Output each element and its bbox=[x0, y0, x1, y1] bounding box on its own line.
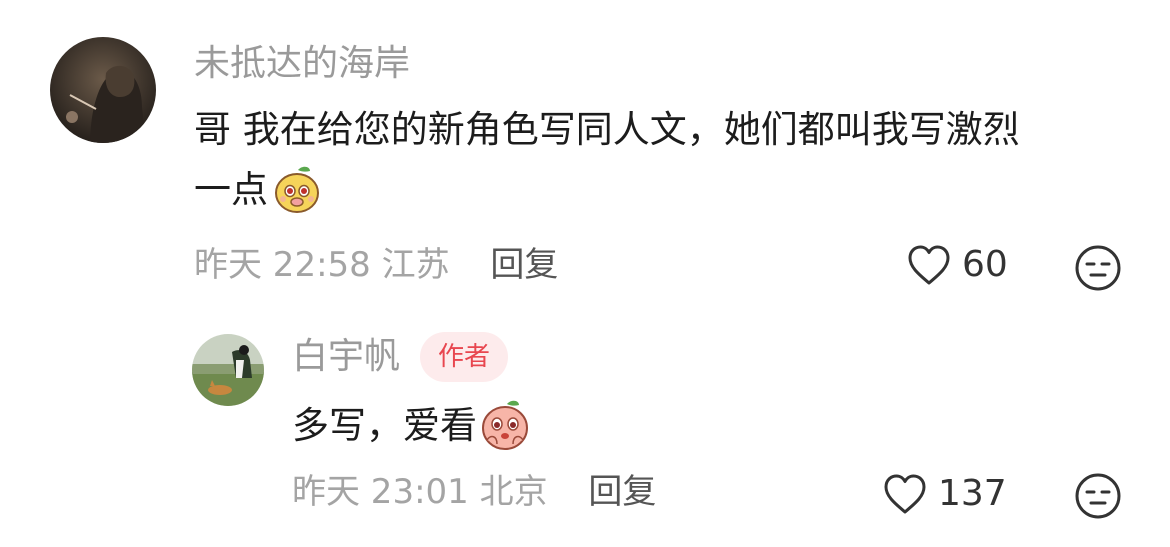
comment-meta: 昨天 23:01 北京 回复 bbox=[292, 470, 656, 514]
avatar[interactable] bbox=[192, 334, 264, 406]
comment-content-text: 一点 bbox=[194, 168, 268, 211]
comment-username[interactable]: 白宇帆 bbox=[292, 335, 400, 379]
like-count: 60 bbox=[962, 244, 1008, 285]
smiling-face-emoji-icon bbox=[272, 165, 322, 215]
comment-time: 昨天 23:01 bbox=[292, 472, 469, 512]
heart-outline-icon bbox=[906, 243, 952, 287]
reply-header: 白宇帆 作者 bbox=[292, 332, 509, 382]
comment-item: 未抵达的海岸 哥 我在给您的新角色写同人文，她们都叫我写激烈 一点 昨天 22:… bbox=[0, 0, 1170, 320]
heart-outline-icon bbox=[882, 472, 928, 516]
comment-time: 昨天 22:58 bbox=[194, 245, 371, 285]
comment-content: 多写，爱看 bbox=[292, 396, 531, 456]
comment-content-line: 一点 bbox=[194, 160, 1144, 220]
like-count: 137 bbox=[938, 473, 1007, 514]
comment-content-line: 哥 我在给您的新角色写同人文，她们都叫我写激烈 bbox=[194, 108, 1020, 151]
comment-content: 哥 我在给您的新角色写同人文，她们都叫我写激烈 一点 bbox=[194, 100, 1144, 220]
reply-button[interactable]: 回复 bbox=[490, 245, 558, 285]
comment-username[interactable]: 未抵达的海岸 bbox=[194, 42, 410, 86]
avatar[interactable] bbox=[50, 37, 156, 143]
comment-location: 江苏 bbox=[381, 245, 450, 285]
pleading-face-emoji-icon bbox=[479, 400, 531, 452]
meh-face-icon[interactable] bbox=[1074, 472, 1122, 520]
like-button[interactable]: 60 bbox=[906, 243, 1008, 287]
author-badge: 作者 bbox=[420, 332, 509, 382]
comment-content-text: 多写，爱看 bbox=[292, 404, 477, 447]
comment-location: 北京 bbox=[479, 472, 548, 512]
comment-meta: 昨天 22:58 江苏 回复 bbox=[194, 243, 558, 287]
reply-button[interactable]: 回复 bbox=[588, 472, 656, 512]
reply-comment-item: 白宇帆 作者 多写，爱看 昨天 23:01 北京 回复 137 bbox=[0, 320, 1170, 547]
meh-face-icon[interactable] bbox=[1074, 244, 1122, 292]
like-button[interactable]: 137 bbox=[882, 472, 1007, 516]
